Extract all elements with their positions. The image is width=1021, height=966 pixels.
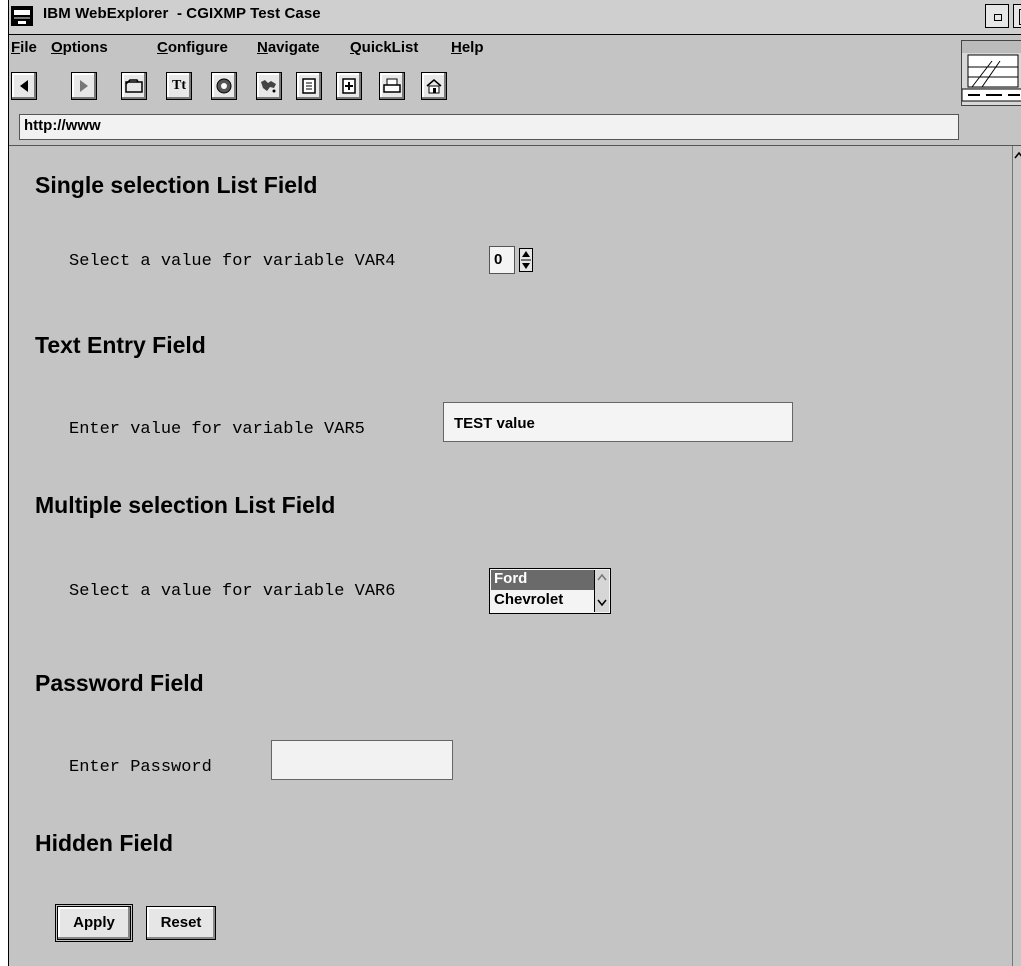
var6-listbox[interactable]: Ford Chevrolet (489, 568, 611, 614)
maximize-button[interactable] (1013, 4, 1021, 28)
heading-text-entry: Text Entry Field (35, 332, 206, 358)
home-icon[interactable] (421, 72, 447, 100)
var4-value[interactable]: 0 (489, 246, 515, 274)
back-icon[interactable] (11, 72, 37, 100)
vertical-scrollbar[interactable] (1012, 146, 1021, 966)
add-document-icon[interactable] (336, 72, 362, 100)
menu-navigate[interactable]: Navigate (257, 39, 320, 56)
browser-window: IBM WebExplorer - CGIXMP Test Case File … (8, 0, 1021, 966)
stop-icon[interactable] (211, 72, 237, 100)
print-icon[interactable] (379, 72, 405, 100)
list-option-chevrolet[interactable]: Chevrolet (491, 591, 594, 611)
title-bar[interactable]: IBM WebExplorer - CGIXMP Test Case (9, 0, 1021, 35)
minimize-button[interactable] (985, 4, 1009, 28)
var5-label: Enter value for variable VAR5 (69, 420, 365, 439)
window-title: IBM WebExplorer - CGIXMP Test Case (43, 5, 321, 22)
page-content: Single selection List Field Select a val… (9, 146, 1012, 966)
system-menu-icon[interactable] (11, 6, 33, 26)
menu-bar: File Options Configure Navigate QuickLis… (9, 35, 959, 62)
document-icon[interactable] (296, 72, 322, 100)
menu-help[interactable]: Help (451, 39, 484, 56)
listbox-scrollbar[interactable] (594, 570, 609, 612)
menu-file[interactable]: File (11, 39, 37, 56)
forward-icon[interactable] (71, 72, 97, 100)
menu-options[interactable]: Options (51, 39, 108, 56)
heading-hidden: Hidden Field (35, 830, 173, 856)
menu-configure[interactable]: Configure (157, 39, 228, 56)
toolbar: Tt (9, 70, 959, 104)
heading-single-selection: Single selection List Field (35, 172, 318, 198)
font-icon[interactable]: Tt (166, 72, 192, 100)
spin-arrows-icon[interactable] (519, 248, 533, 272)
password-input[interactable] (271, 740, 453, 780)
open-folder-icon[interactable] (121, 72, 147, 100)
webexplorer-logo (961, 40, 1021, 106)
world-map-icon[interactable] (256, 72, 282, 100)
url-field[interactable]: http://www (19, 114, 959, 140)
reset-button[interactable]: Reset (146, 906, 216, 940)
list-option-ford[interactable]: Ford (491, 570, 594, 590)
var4-label: Select a value for variable VAR4 (69, 252, 396, 271)
var4-spinbutton[interactable]: 0 (489, 244, 539, 280)
var6-label: Select a value for variable VAR6 (69, 582, 396, 601)
apply-button[interactable]: Apply (55, 904, 133, 942)
heading-password: Password Field (35, 670, 204, 696)
var5-input[interactable]: TEST value (443, 402, 793, 442)
menu-quicklist[interactable]: QuickList (350, 39, 418, 56)
heading-multiple-selection: Multiple selection List Field (35, 492, 336, 518)
password-label: Enter Password (69, 758, 212, 777)
